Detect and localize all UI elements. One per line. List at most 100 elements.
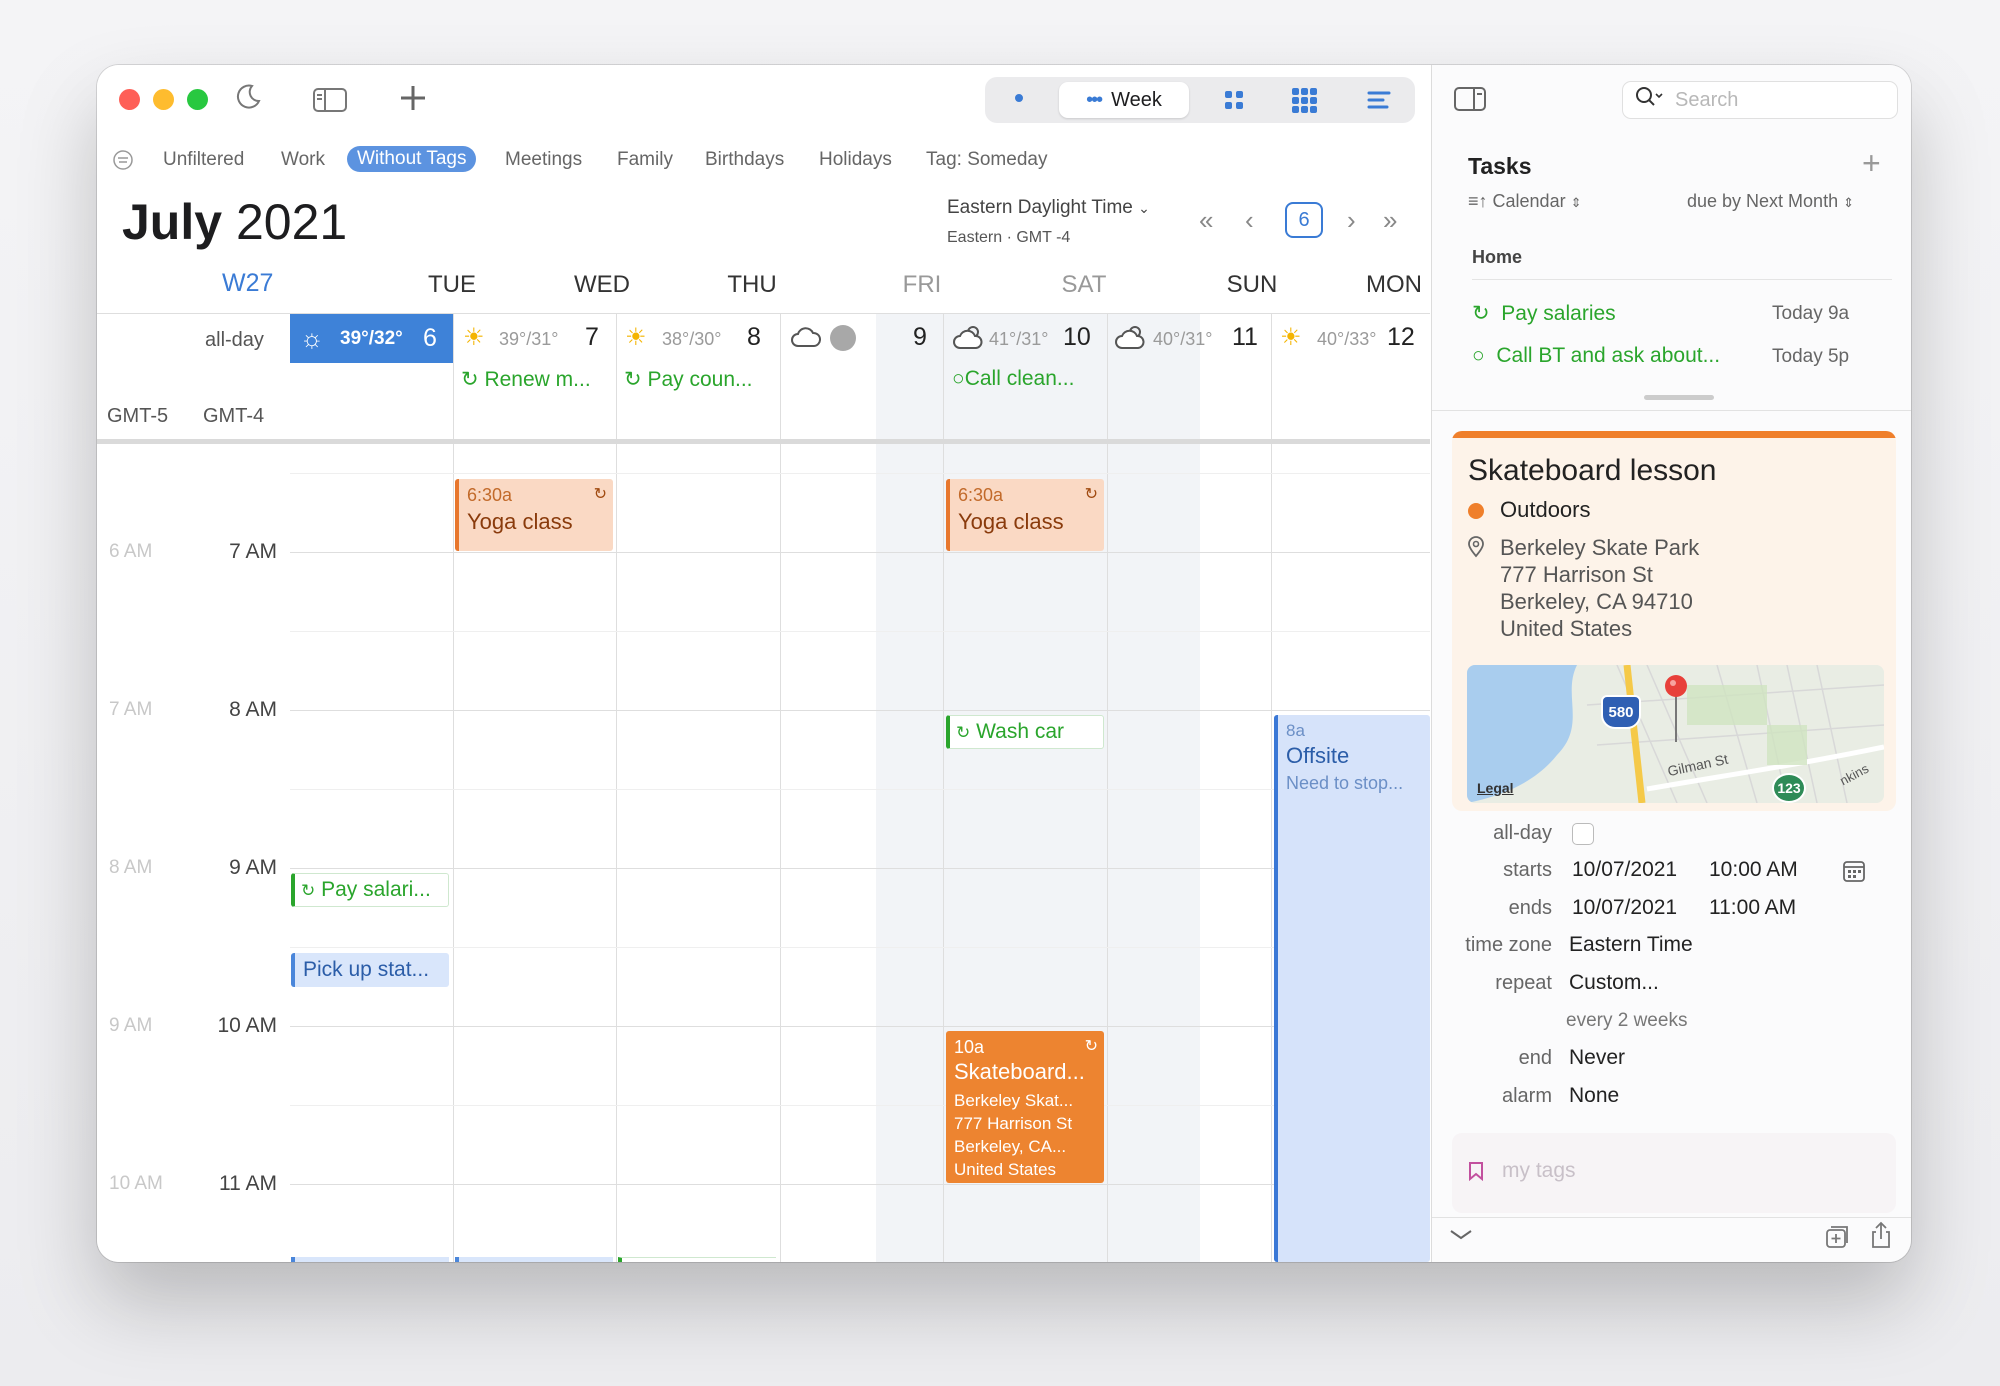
event-skateboard[interactable]: 10a ↻ Skateboard... Berkeley Skat... 777… <box>946 1031 1104 1183</box>
ends-date[interactable]: 10/07/2021 <box>1572 896 1677 920</box>
plus-icon[interactable] <box>398 83 428 118</box>
repeat-value[interactable]: Custom... <box>1569 971 1659 995</box>
filter-birthdays[interactable]: Birthdays <box>705 149 784 171</box>
day-header-thu[interactable]: THU <box>677 271 827 299</box>
allday-task-renew[interactable]: ↻ Renew m... <box>461 367 591 392</box>
event-offsite[interactable]: 8a Offsite Need to stop... <box>1274 715 1430 1262</box>
year-view-icon[interactable] <box>1291 87 1319 120</box>
day-header-fri[interactable]: FRI <box>847 271 997 299</box>
day-header-sun[interactable]: SUN <box>1177 271 1327 299</box>
tags-field[interactable]: my tags <box>1452 1133 1896 1213</box>
date-wed[interactable]: 7 <box>585 323 599 352</box>
allday-field-label: all-day <box>1493 822 1552 844</box>
event-pay-salaries[interactable]: ↻ Pay salari... <box>291 873 449 907</box>
next-week-icon[interactable]: › <box>1347 205 1356 236</box>
date-thu[interactable]: 8 <box>747 323 761 352</box>
filter-without-tags[interactable]: Without Tags <box>347 146 477 172</box>
filter-holidays[interactable]: Holidays <box>819 149 892 171</box>
map-legal-link[interactable]: Legal <box>1477 780 1514 796</box>
day-header-sat[interactable]: SAT <box>1009 271 1159 299</box>
day-header-wed[interactable]: WED <box>527 271 677 299</box>
event-partial[interactable] <box>618 1257 776 1262</box>
next-month-icon[interactable]: » <box>1383 205 1397 236</box>
temp-mon: 40°/33° <box>1317 329 1377 349</box>
secondary-hour-label: 7 AM <box>109 699 153 720</box>
prev-month-icon[interactable]: « <box>1199 205 1213 236</box>
filter-tag-someday[interactable]: Tag: Someday <box>926 149 1047 171</box>
filter-menu-icon[interactable] <box>112 149 134 177</box>
week-view-label: Week <box>1111 88 1162 111</box>
calendar-picker-icon[interactable] <box>1842 859 1866 888</box>
moon-icon[interactable] <box>234 81 264 118</box>
timezone-field-value[interactable]: Eastern Time <box>1569 933 1693 957</box>
half-hour-line <box>290 1105 1430 1106</box>
date-fri[interactable]: 9 <box>913 323 927 352</box>
event-wash-car[interactable]: ↻ Wash car <box>946 715 1104 749</box>
calendar-name[interactable]: Outdoors <box>1500 497 1591 523</box>
duplicate-icon[interactable] <box>1824 1224 1850 1255</box>
allday-task-pay-coun[interactable]: ↻ Pay coun... <box>624 367 753 392</box>
column-divider <box>780 314 781 1262</box>
event-partial[interactable] <box>291 1257 449 1262</box>
event-partial[interactable] <box>455 1257 613 1262</box>
end-value[interactable]: Never <box>1569 1046 1625 1070</box>
task-pay-salaries[interactable]: ↻ Pay salaries <box>1472 301 1616 326</box>
due-filter-label: due by Next Month <box>1687 191 1839 211</box>
allday-task-call-clean[interactable]: ○Call clean... <box>952 367 1074 391</box>
filter-unfiltered[interactable]: Unfiltered <box>163 149 244 171</box>
zoom-window-button[interactable] <box>187 89 208 110</box>
day-header-tue[interactable]: TUE <box>367 271 537 299</box>
allday-checkbox[interactable] <box>1572 823 1594 845</box>
day-view-icon[interactable] <box>1015 94 1023 102</box>
list-view-icon[interactable] <box>1367 90 1391 115</box>
alarm-value[interactable]: None <box>1569 1084 1619 1108</box>
date-sat[interactable]: 10 <box>1063 323 1091 352</box>
due-filter-selector[interactable]: due by Next Month ⇕ <box>1687 191 1854 212</box>
allday-label: all-day <box>205 329 264 351</box>
hour-label: 11 AM <box>219 1172 277 1195</box>
task-call-bt[interactable]: ○ Call BT and ask about... <box>1472 344 1720 368</box>
half-hour-line <box>290 947 1430 948</box>
updown-chevron-icon: ⇕ <box>1570 195 1582 210</box>
date-sun[interactable]: 11 <box>1232 323 1258 352</box>
resize-handle[interactable] <box>1644 395 1714 400</box>
timezone-selector[interactable]: Eastern Daylight Time ⌄ <box>947 197 1150 219</box>
ends-time[interactable]: 11:00 AM <box>1709 896 1796 920</box>
event-yoga-sat[interactable]: 6:30a ↻ Yoga class <box>946 479 1104 551</box>
event-title: Offsite <box>1286 743 1350 768</box>
filter-work[interactable]: Work <box>281 149 325 171</box>
add-task-button[interactable]: + <box>1862 145 1881 182</box>
sidebar-icon[interactable] <box>313 87 347 118</box>
today-button[interactable]: 6 <box>1285 202 1323 238</box>
location-pin-icon <box>1466 536 1486 563</box>
collapse-chevron-icon[interactable] <box>1448 1227 1474 1248</box>
event-yoga-wed[interactable]: 6:30a ↻ Yoga class <box>455 479 613 551</box>
today-cell[interactable]: ☼ 39°/32° 6 <box>290 314 453 363</box>
event-title: Wash car <box>976 720 1065 743</box>
location-map[interactable]: 580 123 Gilman St nkins Legal <box>1467 665 1884 803</box>
prev-week-icon[interactable]: ‹ <box>1245 205 1254 236</box>
sun-icon: ☀ <box>1280 324 1302 351</box>
calendar-sort-selector[interactable]: ≡↑ Calendar ⇕ <box>1468 191 1582 212</box>
sidebar-right-icon[interactable] <box>1454 87 1486 116</box>
starts-time[interactable]: 10:00 AM <box>1709 858 1798 882</box>
temp-wed: 39°/31° <box>499 329 559 349</box>
event-pick-up[interactable]: Pick up stat... <box>291 953 449 987</box>
search-input[interactable]: Search <box>1622 81 1898 119</box>
close-window-button[interactable] <box>119 89 140 110</box>
location-line[interactable]: Berkeley Skate Park <box>1500 535 1699 561</box>
week-view-button[interactable]: ••• Week <box>1059 82 1189 118</box>
minimize-window-button[interactable] <box>153 89 174 110</box>
search-placeholder: Search <box>1675 88 1739 111</box>
filter-family[interactable]: Family <box>617 149 673 171</box>
share-icon[interactable] <box>1869 1221 1893 1254</box>
cloud-sun-icon <box>953 323 985 356</box>
week-dots-icon: ••• <box>1086 88 1103 111</box>
event-detail-title[interactable]: Skateboard lesson <box>1468 454 1717 488</box>
month-view-icon[interactable] <box>1223 89 1245 116</box>
date-mon[interactable]: 12 <box>1387 323 1415 352</box>
repeat-icon: ↻ <box>1472 302 1490 325</box>
filter-bar: Unfiltered Work Without Tags Meetings Fa… <box>97 145 1430 177</box>
starts-date[interactable]: 10/07/2021 <box>1572 858 1677 882</box>
filter-meetings[interactable]: Meetings <box>505 149 582 171</box>
